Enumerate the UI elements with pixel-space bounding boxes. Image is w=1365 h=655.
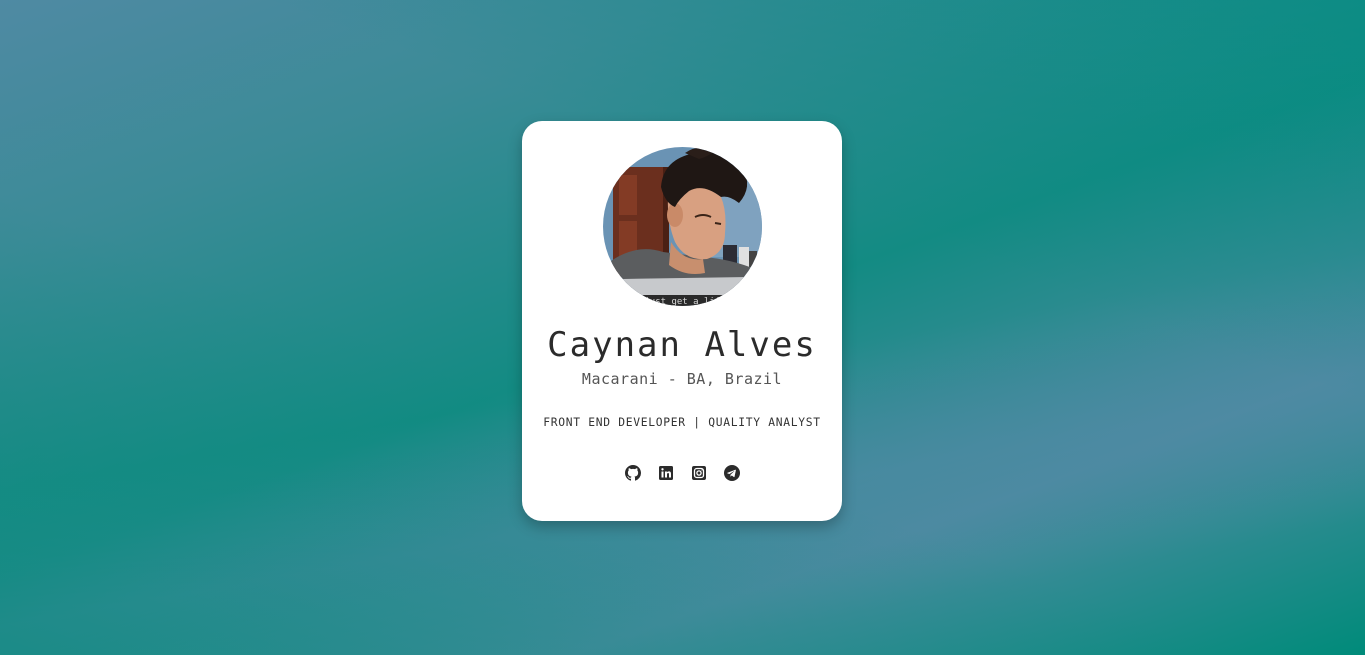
github-link[interactable]: [624, 465, 641, 481]
telegram-icon: [723, 465, 740, 481]
profile-card: just get a life Caynan Alves Macarani - …: [522, 121, 842, 521]
profile-role: FRONT END DEVELOPER | QUALITY ANALYST: [543, 416, 821, 429]
instagram-link[interactable]: [691, 465, 707, 481]
linkedin-link[interactable]: [658, 465, 674, 481]
github-icon: [624, 465, 641, 481]
profile-location: Macarani - BA, Brazil: [581, 370, 783, 388]
avatar-caption: just get a life: [644, 297, 725, 306]
page: { "profile": { "name": "Caynan Alves", "…: [0, 0, 1365, 655]
avatar: just get a life: [603, 147, 762, 306]
social-links: [522, 465, 842, 483]
instagram-icon: [691, 466, 706, 480]
linkedin-icon: [658, 466, 673, 480]
telegram-link[interactable]: [723, 465, 740, 481]
profile-name: Caynan Alves: [547, 325, 817, 365]
avatar-photo: just get a life: [603, 147, 762, 306]
